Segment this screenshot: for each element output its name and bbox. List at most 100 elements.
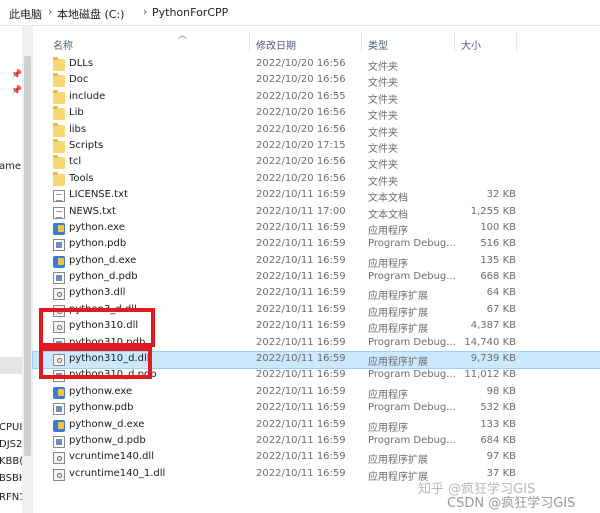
file-row[interactable]: pythonw_d.pdb 2022/10/11 16:59 Program Deb… [33, 434, 600, 450]
file-type: 文件夹 [368, 143, 398, 155]
column-header-name[interactable]: 名称 [53, 37, 73, 52]
pin-icon[interactable]: 📌 [11, 86, 22, 96]
column-divider[interactable] [454, 32, 455, 52]
file-type: 文件夹 [368, 111, 398, 123]
file-row[interactable]: tcl 2022/10/20 16:56 文件夹 [33, 155, 600, 171]
file-modified-date: 2022/10/20 16:56 [256, 123, 346, 135]
pdb-file-icon [53, 435, 65, 448]
column-divider[interactable] [249, 32, 250, 52]
file-row[interactable]: libs 2022/10/20 16:56 文件夹 [33, 122, 600, 139]
file-modified-date: 2022/10/11 16:59 [256, 434, 346, 446]
file-type: 应用程序扩展 [368, 357, 428, 369]
file-size: 14,740 KB [464, 336, 516, 348]
column-header-type[interactable]: 类型 [368, 37, 388, 52]
pdb-file-icon [53, 239, 65, 252]
file-row[interactable]: LICENSE.txt 2022/10/11 16:59 文本文档 32 KB [33, 188, 600, 204]
file-modified-date: 2022/10/11 16:59 [256, 353, 346, 365]
file-type: 应用程序 [368, 422, 408, 434]
file-row[interactable]: Tools 2022/10/20 16:56 文件夹 [33, 171, 600, 188]
file-name: python_d.pdb [69, 271, 138, 283]
file-type: 文本文档 [368, 209, 408, 221]
file-row[interactable]: Lib 2022/10/20 16:56 文件夹 [33, 106, 600, 122]
file-row[interactable]: vcruntime140.dll 2022/10/11 16:59 应用程序扩展 97… [33, 450, 600, 466]
file-row[interactable]: DLLs 2022/10/20 16:56 文件夹 [33, 57, 600, 73]
column-divider[interactable] [516, 32, 517, 52]
file-size: 684 KB [480, 434, 516, 446]
file-name: NEWS.txt [69, 205, 116, 217]
file-name: LICENSE.txt [69, 189, 128, 201]
annotation-highlight-box [39, 308, 155, 347]
nav-scrollbar[interactable] [22, 26, 33, 513]
nav-selected-item[interactable] [0, 357, 22, 374]
file-type: Program Debug... [368, 369, 456, 381]
file-type: 应用程序扩展 [368, 455, 428, 467]
file-row[interactable]: python_d.pdb 2022/10/11 16:59 Program Debu… [33, 270, 600, 286]
file-name: vcruntime140_1.dll [69, 467, 166, 479]
file-row[interactable]: python_d.exe 2022/10/11 16:59 应用程序 135 KB [33, 254, 600, 270]
file-name: tcl [69, 156, 82, 168]
pdb-file-icon [53, 403, 65, 416]
file-name: pythonw_d.pdb [69, 434, 146, 446]
folder-icon [53, 73, 65, 88]
file-size: 532 KB [480, 402, 516, 414]
file-size: 133 KB [480, 418, 516, 430]
pin-icon[interactable]: 📌 [11, 70, 22, 80]
file-row[interactable]: pythonw.exe 2022/10/11 16:59 应用程序 98 KB [33, 385, 600, 401]
file-size: 1,255 KB [470, 205, 516, 217]
column-header-modified[interactable]: 修改日期 [256, 37, 296, 52]
file-row[interactable]: Scripts 2022/10/20 17:15 文件夹 [33, 138, 600, 155]
text-file-icon [53, 206, 65, 219]
file-row[interactable]: include 2022/10/20 16:55 文件夹 [33, 89, 600, 106]
file-type: Program Debug... [368, 271, 456, 283]
pdb-file-icon [53, 272, 65, 285]
nav-item[interactable]: CPUI [0, 422, 22, 433]
folder-icon [53, 171, 65, 186]
nav-item[interactable]: ame [0, 161, 21, 172]
folder-icon [53, 138, 65, 153]
file-modified-date: 2022/10/11 16:59 [256, 418, 346, 430]
nav-item[interactable]: KBB( [0, 456, 23, 467]
file-size: 9,739 KB [470, 353, 516, 365]
file-row[interactable]: python3.dll 2022/10/11 16:59 应用程序扩展 64 KB [33, 286, 600, 302]
file-row[interactable]: pythonw_d.exe 2022/10/11 16:59 应用程序 133 KB [33, 418, 600, 434]
file-type: 文件夹 [368, 94, 398, 106]
file-modified-date: 2022/10/11 16:59 [256, 254, 346, 266]
watermark-csdn: CSDN @疯狂学习GIS [447, 496, 576, 511]
column-header-row: ︿ 名称 修改日期 类型 大小 [33, 26, 600, 58]
file-row[interactable]: python.pdb 2022/10/11 16:59 Program Debug.… [33, 237, 600, 253]
file-row[interactable]: pythonw.pdb 2022/10/11 16:59 Program Debug… [33, 401, 600, 417]
file-name: python.exe [69, 221, 125, 233]
file-type: Program Debug... [368, 336, 456, 348]
column-header-size[interactable]: 大小 [461, 37, 481, 52]
column-divider[interactable] [361, 32, 362, 52]
file-name: vcruntime140.dll [69, 451, 154, 463]
file-name: pythonw.pdb [69, 402, 134, 414]
file-size: 516 KB [480, 238, 516, 250]
nav-scrollbar-thumb[interactable] [24, 56, 31, 456]
file-modified-date: 2022/10/11 16:59 [256, 271, 346, 283]
file-type: 应用程序 [368, 258, 408, 270]
file-size: 135 KB [480, 254, 516, 266]
file-row[interactable]: Doc 2022/10/20 16:56 文件夹 [33, 73, 600, 89]
file-size: 100 KB [480, 221, 516, 233]
breadcrumb-item-this-pc[interactable]: 此电脑 [9, 6, 42, 22]
file-modified-date: 2022/10/11 16:59 [256, 402, 346, 414]
python-exe-icon [53, 386, 65, 399]
nav-item[interactable]: DJS2 [0, 439, 22, 450]
breadcrumb-item-local-disk[interactable]: 本地磁盘 (C:) [57, 6, 124, 22]
file-row[interactable]: NEWS.txt 2022/10/11 17:00 文本文档 1,255 KB [33, 205, 600, 221]
file-type: 文本文档 [368, 193, 408, 205]
file-size: 98 KB [486, 385, 516, 397]
breadcrumb-item-pythonforcpp[interactable]: PythonForCPP [152, 6, 228, 19]
file-type: 文件夹 [368, 160, 398, 172]
file-size: 64 KB [486, 287, 516, 299]
folder-icon [53, 155, 65, 170]
file-type: 文件夹 [368, 127, 398, 139]
file-size: 97 KB [486, 451, 516, 463]
python-exe-icon [53, 222, 65, 235]
folder-icon [53, 57, 65, 71]
breadcrumb-separator: › [48, 5, 53, 18]
file-modified-date: 2022/10/11 16:59 [256, 238, 346, 250]
file-type: 文件夹 [368, 176, 398, 188]
file-row[interactable]: python.exe 2022/10/11 16:59 应用程序 100 KB [33, 221, 600, 237]
